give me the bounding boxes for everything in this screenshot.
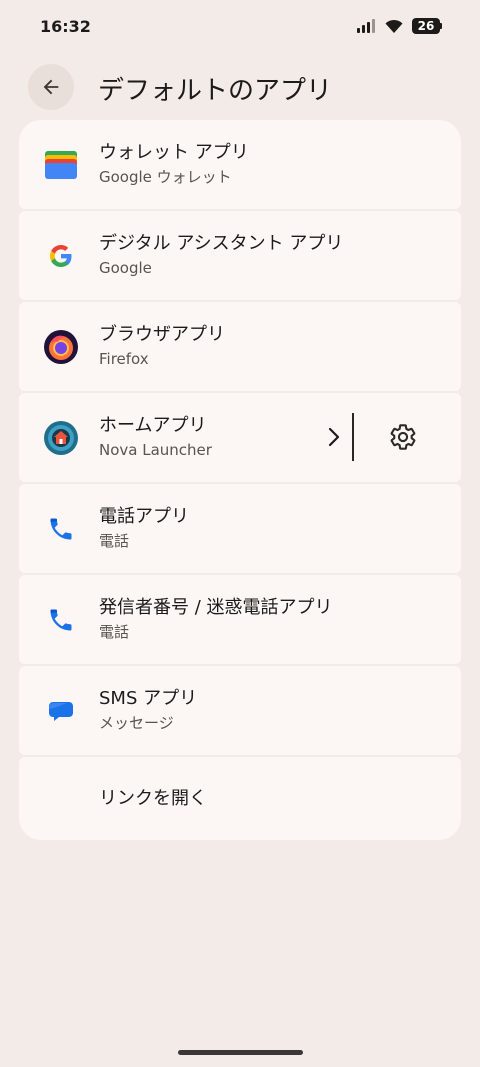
vertical-divider: [352, 413, 354, 461]
status-time: 16:32: [40, 17, 91, 36]
item-text: リンクを開く: [99, 787, 207, 811]
item-title: ウォレット アプリ: [99, 142, 249, 163]
list-item-assistant[interactable]: デジタル アシスタント アプリ Google: [19, 211, 461, 300]
item-title: ホームアプリ: [99, 415, 207, 436]
gear-icon: [390, 424, 416, 450]
page-title: デフォルトのアプリ: [98, 76, 333, 106]
default-apps-list: ウォレット アプリ Google ウォレット デジタル アシスタント アプリ G…: [19, 120, 461, 840]
item-text: 電話アプリ 電話: [99, 505, 189, 552]
signal-icon: [357, 19, 375, 33]
list-item-sms[interactable]: SMS アプリ メッセージ: [19, 666, 461, 755]
phone-icon: [43, 511, 79, 547]
battery-tip: [440, 23, 442, 29]
item-subtitle: Firefox: [99, 350, 149, 368]
gesture-nav-bar[interactable]: [178, 1050, 303, 1055]
item-subtitle: Google ウォレット: [99, 168, 232, 186]
status-bar: 16:32 26: [0, 0, 480, 56]
battery-level: 26: [412, 18, 440, 34]
home-app-settings-button[interactable]: [387, 421, 419, 453]
item-text: SMS アプリ メッセージ: [99, 687, 197, 734]
item-text: ホームアプリ Nova Launcher: [99, 414, 212, 461]
page-header: デフォルトのアプリ: [0, 60, 480, 114]
status-icons: 26: [356, 18, 442, 34]
item-title: ブラウザアプリ: [99, 324, 225, 345]
back-button[interactable]: [28, 64, 74, 110]
item-text: ウォレット アプリ Google ウォレット: [99, 141, 249, 188]
item-subtitle: 電話: [99, 623, 130, 641]
item-text: 発信者番号 / 迷惑電話アプリ 電話: [99, 596, 333, 643]
list-item-browser[interactable]: ブラウザアプリ Firefox: [19, 302, 461, 391]
item-title: 電話アプリ: [99, 506, 189, 527]
messages-icon: [43, 693, 79, 729]
chevron-right-icon: [323, 425, 345, 449]
item-subtitle: Nova Launcher: [99, 441, 212, 459]
item-title: 発信者番号 / 迷惑電話アプリ: [99, 597, 333, 618]
phone-icon: [43, 602, 79, 638]
item-subtitle: Google: [99, 259, 152, 277]
list-item-caller-id[interactable]: 発信者番号 / 迷惑電話アプリ 電話: [19, 575, 461, 664]
item-title: SMS アプリ: [99, 688, 198, 709]
item-text: ブラウザアプリ Firefox: [99, 323, 225, 370]
item-subtitle: メッセージ: [99, 714, 174, 732]
list-item-phone[interactable]: 電話アプリ 電話: [19, 484, 461, 573]
battery-indicator: 26: [412, 18, 442, 34]
google-icon: [43, 238, 79, 274]
item-title: デジタル アシスタント アプリ: [99, 233, 344, 254]
list-item-open-links[interactable]: リンクを開く: [19, 757, 461, 840]
item-subtitle: 電話: [99, 532, 130, 550]
nova-launcher-icon: [43, 420, 79, 456]
item-text: デジタル アシスタント アプリ Google: [99, 232, 343, 279]
firefox-icon: [43, 329, 79, 365]
back-arrow-icon: [43, 79, 59, 95]
list-item-wallet[interactable]: ウォレット アプリ Google ウォレット: [19, 120, 461, 209]
wallet-icon: [43, 147, 79, 183]
wifi-icon: [385, 19, 403, 33]
item-title: リンクを開く: [99, 788, 207, 809]
list-item-home[interactable]: ホームアプリ Nova Launcher: [19, 393, 461, 482]
